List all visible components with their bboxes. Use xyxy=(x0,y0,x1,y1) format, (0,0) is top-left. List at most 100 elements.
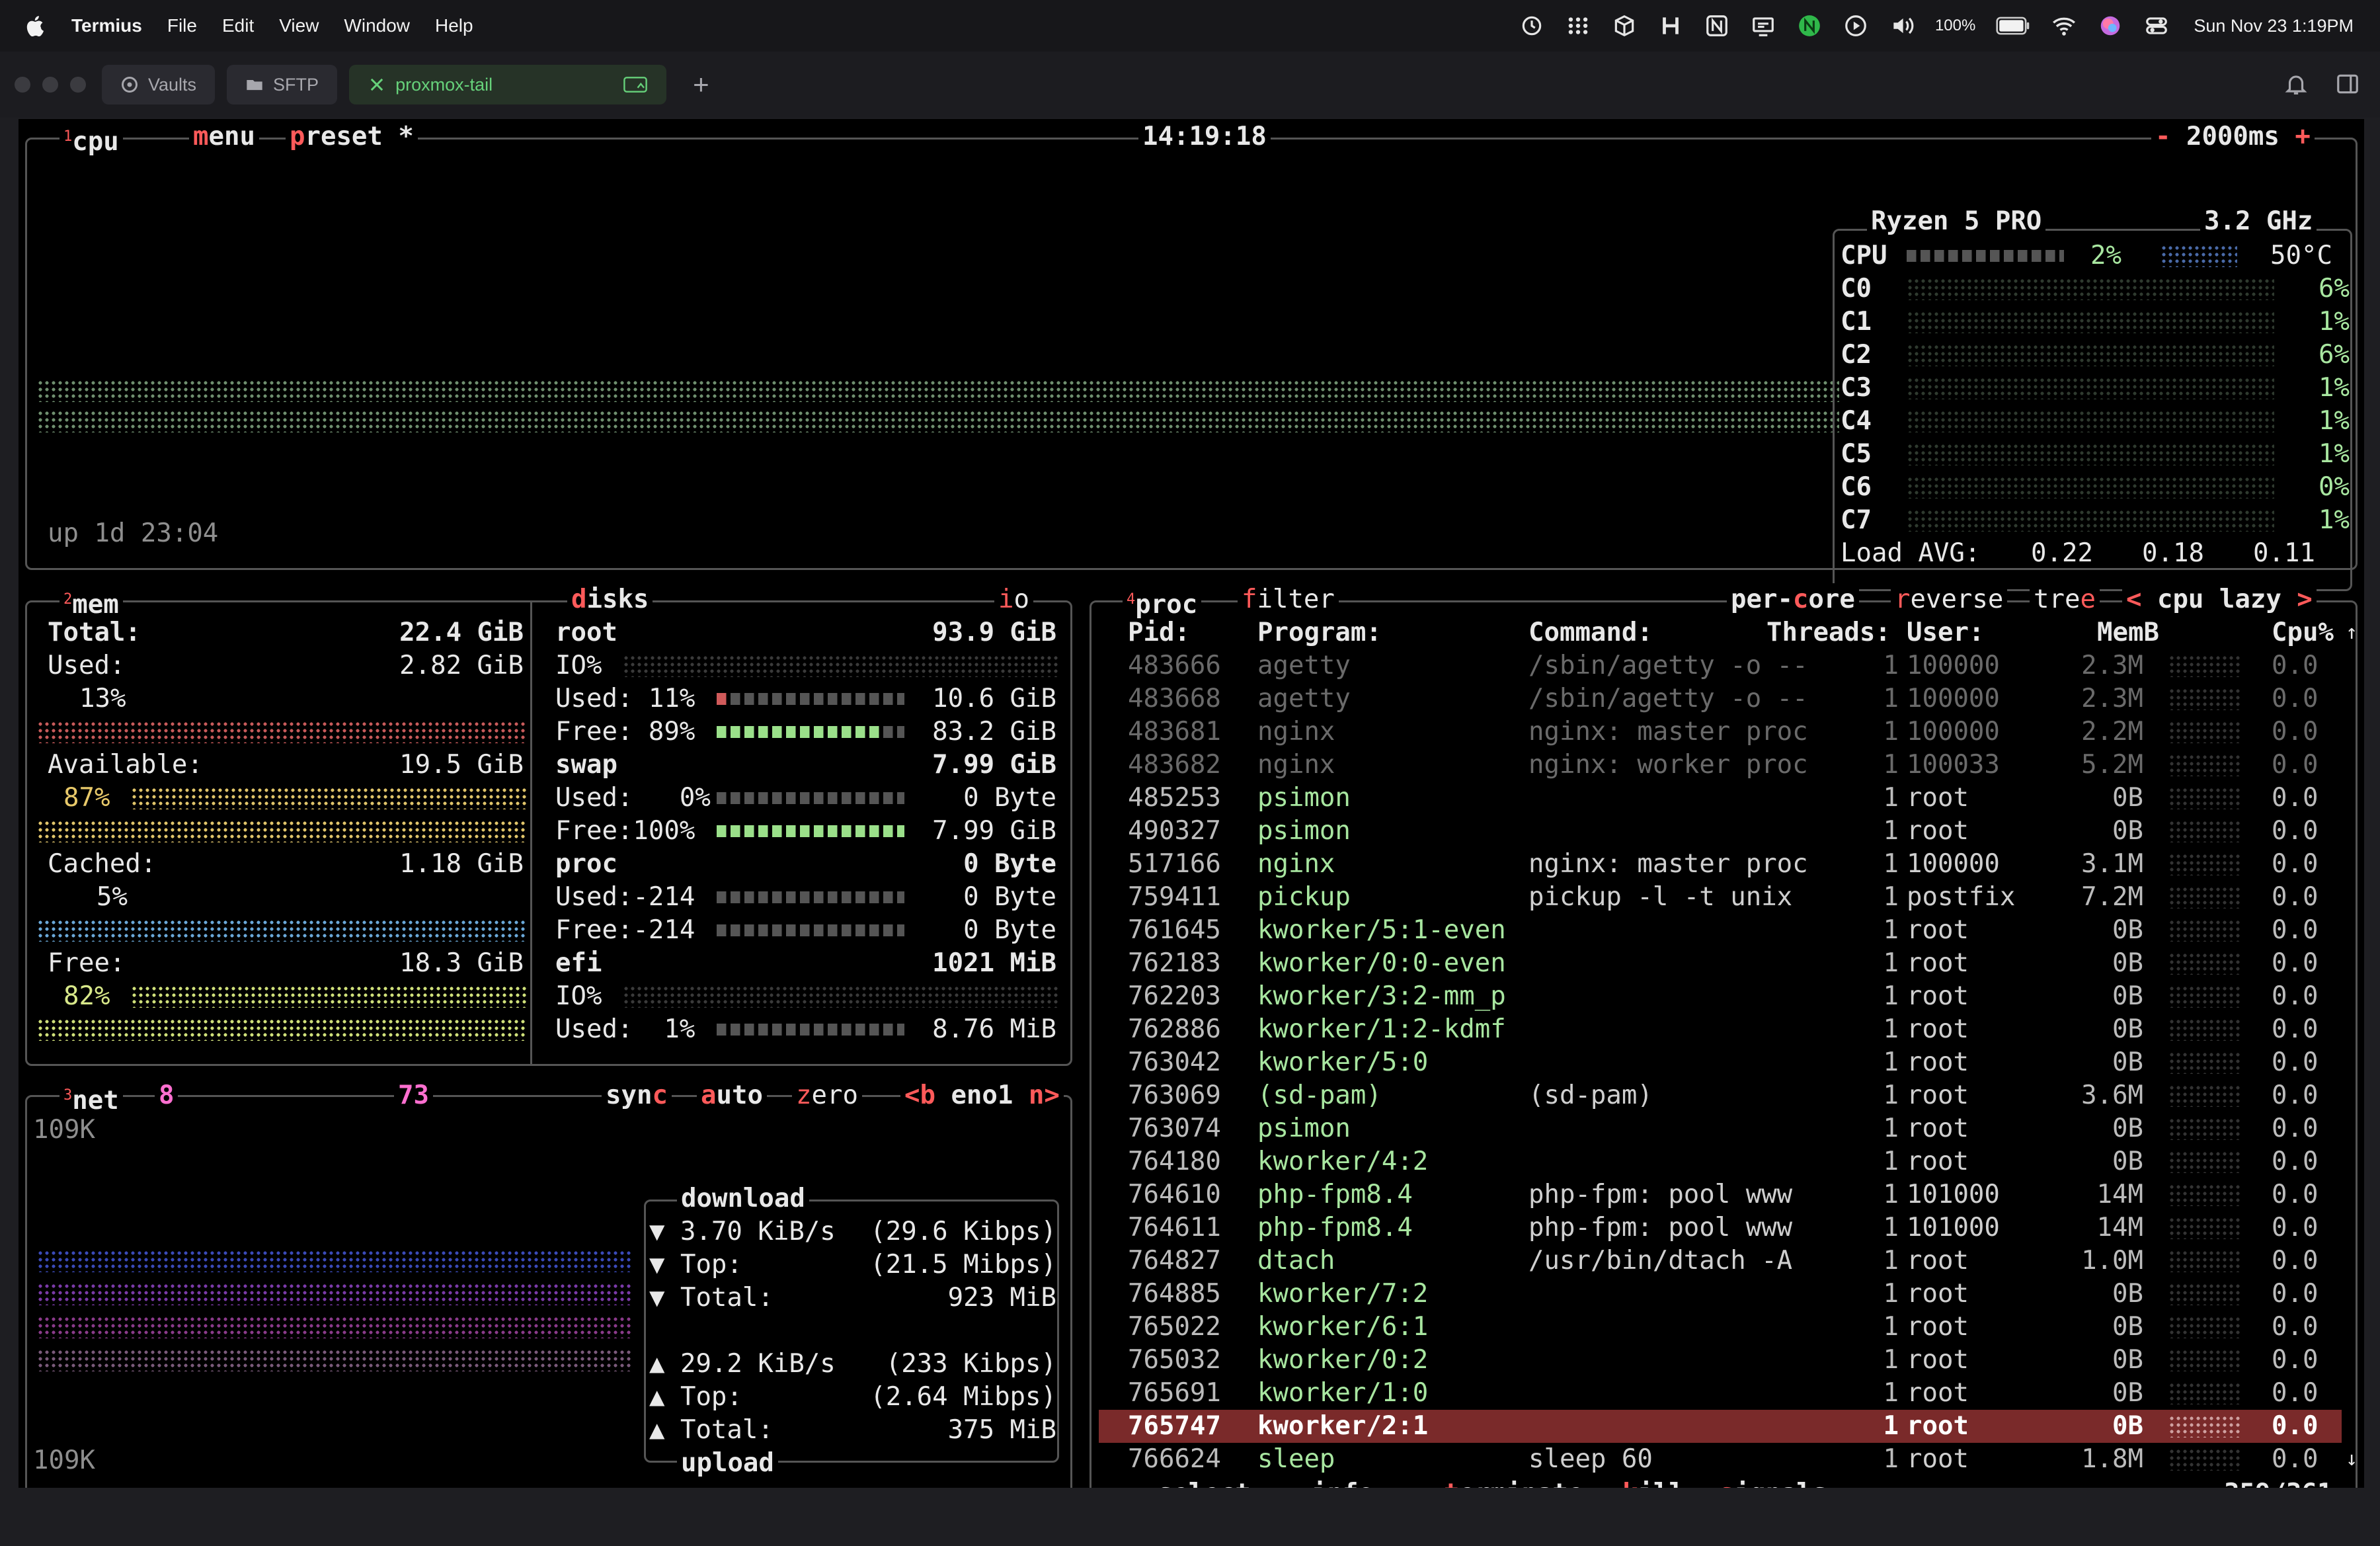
proc-row[interactable]: 485253 psimon 1 root 0B 0.0 xyxy=(1099,782,2342,815)
window-close-button[interactable] xyxy=(15,77,30,93)
control-center-icon[interactable] xyxy=(2143,13,2170,39)
proc-filter-button[interactable]: filter xyxy=(1238,583,1339,616)
timemachine-icon[interactable] xyxy=(1519,13,1545,39)
proc-info-button[interactable]: info ↵ xyxy=(1308,1477,1409,1488)
net-zero-toggle[interactable]: zero xyxy=(792,1079,862,1112)
battery-icon[interactable] xyxy=(1995,13,2031,39)
sort-next-button[interactable]: > xyxy=(2297,585,2312,614)
sidebar-toggle-icon[interactable] xyxy=(2335,71,2360,97)
wifi-icon[interactable] xyxy=(2051,13,2077,39)
cube-icon[interactable] xyxy=(1611,13,1638,39)
col-command[interactable]: Command: xyxy=(1528,616,1653,649)
window-zoom-button[interactable] xyxy=(70,77,86,93)
net-box-title[interactable]: 3net xyxy=(60,1079,123,1118)
sort-prev-button[interactable]: < xyxy=(2126,585,2141,614)
tree-toggle[interactable]: tree xyxy=(2030,583,2100,616)
window-minimize-button[interactable] xyxy=(42,77,58,93)
cpu-box-title[interactable]: 1cpu xyxy=(60,120,123,159)
scroll-up-arrow-icon[interactable]: ↑ xyxy=(2346,616,2358,649)
new-tab-button[interactable]: + xyxy=(693,69,709,101)
proc-row[interactable]: 766624 sleep sleep 60 1 root 1.8M 0.0 xyxy=(1099,1443,2342,1476)
grid-dots-icon[interactable] xyxy=(1565,13,1591,39)
interval-decrease-button[interactable]: - xyxy=(2155,122,2170,151)
bell-icon[interactable] xyxy=(2283,71,2309,97)
volume-icon[interactable] xyxy=(1889,13,1915,39)
proc-row[interactable]: 483668 agetty/sbin/agetty -o -- 1 100000 2.3… xyxy=(1099,682,2342,715)
mem-used-graph xyxy=(37,721,528,743)
proc-terminate-button[interactable]: terminate xyxy=(1440,1477,1588,1488)
col-pid[interactable]: Pid: xyxy=(1128,616,1190,649)
proc-row[interactable]: 759411 pickup pickup -l -t unix 1 postfix 7.2… xyxy=(1099,881,2342,914)
proc-pid: 763042 xyxy=(1128,1047,1221,1077)
scroll-down-arrow-icon[interactable]: ↓ xyxy=(2346,1443,2358,1476)
proc-row[interactable]: 762886 kworker/1:2-kdmf 1 root 0B 0.0 xyxy=(1099,1013,2342,1046)
proc-row[interactable]: 517166 nginx nginx: master proc 1 100000 3.1M… xyxy=(1099,848,2342,881)
close-icon[interactable] xyxy=(368,75,386,94)
proc-row[interactable]: 764827 dtach/usr/bin/dtach -A 1 root 1.0M 0.0 xyxy=(1099,1244,2342,1278)
io-toggle[interactable]: io xyxy=(994,583,1033,616)
terminal-screen[interactable]: 1cpu menu preset * 14:19:18 - 2000ms + u… xyxy=(19,119,2364,1488)
preset-button[interactable]: preset * xyxy=(286,120,418,153)
menu-view[interactable]: View xyxy=(279,15,319,36)
proc-row[interactable]: 763042 kworker/5:0 1 root 0B 0.0 xyxy=(1099,1046,2342,1079)
proc-row[interactable]: 763069 (sd-pam) (sd-pam) 1 root 3.6M 0.0 xyxy=(1099,1079,2342,1112)
menu-help[interactable]: Help xyxy=(435,15,473,36)
green-n-icon[interactable] xyxy=(1796,13,1823,39)
col-memb[interactable]: MemB xyxy=(2097,616,2159,649)
col-user[interactable]: User: xyxy=(1907,616,1984,649)
apple-icon[interactable] xyxy=(26,15,44,36)
proc-row[interactable]: 764610 php-fpm8.4 php-fpm: pool www 1 101000… xyxy=(1099,1178,2342,1211)
tab-sftp[interactable]: SFTP xyxy=(227,65,338,104)
col-cpu[interactable]: Cpu% xyxy=(2272,616,2334,649)
menu-app-name[interactable]: Termius xyxy=(71,15,142,36)
tab-vaults[interactable]: Vaults xyxy=(102,65,216,104)
menu-edit[interactable]: Edit xyxy=(222,15,254,36)
menu-file[interactable]: File xyxy=(167,15,197,36)
disk-root-io-label: IO% xyxy=(555,651,602,680)
iface-next-button[interactable]: n> xyxy=(1029,1080,1060,1110)
proc-row-selected[interactable]: 765747 kworker/2:1 1 root 0B 0.0 xyxy=(1099,1410,2342,1443)
proc-kill-button[interactable]: kill xyxy=(1618,1477,1688,1488)
col-threads[interactable]: Threads: xyxy=(1766,616,1891,649)
disks-title[interactable]: disks xyxy=(567,583,653,616)
proc-row[interactable]: 490327 psimon 1 root 0B 0.0 xyxy=(1099,815,2342,848)
proc-cpu-graph xyxy=(2168,1118,2240,1140)
reverse-toggle[interactable]: reverse xyxy=(1891,583,2008,616)
proc-row[interactable]: 764611 php-fpm8.4 php-fpm: pool www 1 101000… xyxy=(1099,1211,2342,1244)
proc-row[interactable]: 764885 kworker/7:2 1 root 0B 0.0 xyxy=(1099,1278,2342,1311)
proc-signals-button[interactable]: signals xyxy=(1715,1477,1832,1488)
per-core-toggle[interactable]: per-core xyxy=(1727,583,1859,616)
proc-row[interactable]: 483682 nginx nginx: worker proc 1 100033 5.2M… xyxy=(1099,749,2342,782)
proc-row[interactable]: 765022 kworker/6:1 1 root 0B 0.0 xyxy=(1099,1311,2342,1344)
net-sync-toggle[interactable]: sync xyxy=(602,1079,672,1112)
menu-button[interactable]: menu xyxy=(189,120,259,153)
proc-select-button[interactable]: ↑ select ↓ xyxy=(1123,1477,1286,1488)
proc-row[interactable]: 762203 kworker/3:2-mm_p 1 root 0B 0.0 xyxy=(1099,980,2342,1013)
proc-user: root xyxy=(1907,783,1969,813)
update-interval[interactable]: - 2000ms + xyxy=(2151,120,2315,153)
notion-icon[interactable] xyxy=(1704,13,1730,39)
proc-row[interactable]: 765691 kworker/1:0 1 root 0B 0.0 xyxy=(1099,1377,2342,1410)
proc-row[interactable]: 761645 kworker/5:1-even 1 root 0B 0.0 xyxy=(1099,914,2342,947)
display-icon[interactable] xyxy=(1750,13,1776,39)
h-app-icon[interactable] xyxy=(1657,13,1684,39)
tab-proxmox-tail[interactable]: proxmox-tail xyxy=(349,65,667,104)
core-0-pct: 6% xyxy=(2319,274,2350,304)
iface-prev-button[interactable]: <b xyxy=(904,1080,935,1110)
proc-row[interactable]: 483681 nginx nginx: master proc 1 100000 2.2M… xyxy=(1099,715,2342,749)
proc-row[interactable]: 765032 kworker/0:2 1 root 0B 0.0 xyxy=(1099,1344,2342,1377)
sort-select[interactable]: < cpu lazy > xyxy=(2122,583,2317,616)
menu-window[interactable]: Window xyxy=(344,15,410,36)
proc-row[interactable]: 763074 psimon 1 root 0B 0.0 xyxy=(1099,1112,2342,1145)
col-program[interactable]: Program: xyxy=(1257,616,1382,649)
siri-icon[interactable] xyxy=(2097,13,2123,39)
interval-increase-button[interactable]: + xyxy=(2295,122,2310,151)
proc-row[interactable]: 764180 kworker/4:2 1 root 0B 0.0 xyxy=(1099,1145,2342,1178)
proc-row[interactable]: 483666 agetty/sbin/agetty -o -- 1 100000 2.3… xyxy=(1099,649,2342,682)
menubar-clock[interactable]: Sun Nov 23 1:19PM xyxy=(2194,16,2354,36)
play-icon[interactable] xyxy=(1843,13,1869,39)
net-interface-select[interactable]: <b eno1 n> xyxy=(900,1079,1064,1112)
net-auto-toggle[interactable]: auto xyxy=(697,1079,767,1112)
proc-program: psimon xyxy=(1257,1114,1351,1143)
proc-row[interactable]: 762183 kworker/0:0-even 1 root 0B 0.0 xyxy=(1099,947,2342,980)
